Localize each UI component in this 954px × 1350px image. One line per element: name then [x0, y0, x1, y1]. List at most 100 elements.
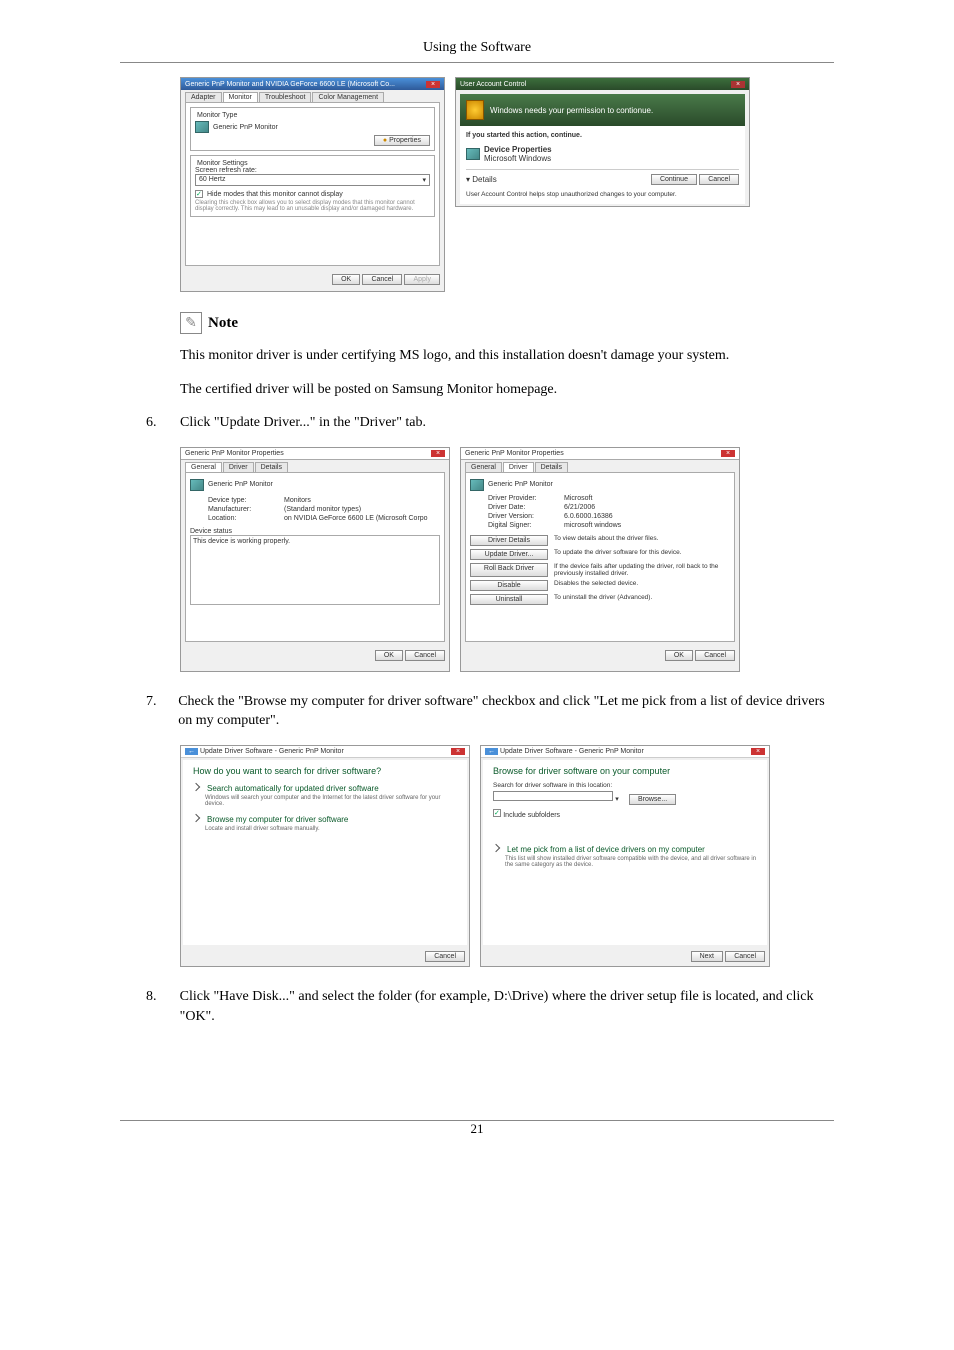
monitor-icon: [470, 479, 484, 491]
device-name: Generic PnP Monitor: [488, 481, 553, 488]
close-icon[interactable]: ×: [731, 81, 745, 88]
monitor-icon: [190, 479, 204, 491]
ok-button[interactable]: OK: [332, 274, 360, 285]
note-body: This monitor driver is under certifying …: [180, 346, 834, 366]
option-pick-list[interactable]: Let me pick from a list of device driver…: [483, 843, 767, 856]
update-driver-wizard-2: ← Update Driver Software - Generic PnP M…: [480, 745, 770, 967]
window-title: User Account Control: [460, 81, 526, 88]
close-icon[interactable]: ×: [431, 450, 445, 457]
cancel-button[interactable]: Cancel: [699, 174, 739, 185]
ok-button[interactable]: OK: [375, 650, 403, 661]
search-label: Search for driver software in this locat…: [483, 782, 767, 789]
driver-details-button[interactable]: Driver Details: [470, 535, 548, 546]
disable-button[interactable]: Disable: [470, 580, 548, 591]
arrow-icon: [492, 844, 500, 852]
uninstall-desc: To uninstall the driver (Advanced).: [554, 594, 730, 605]
properties-button[interactable]: ● Properties: [374, 135, 430, 146]
shield-icon: [466, 100, 484, 120]
arrow-icon: [192, 814, 200, 822]
tab-general[interactable]: General: [185, 462, 222, 472]
cancel-button[interactable]: Cancel: [725, 951, 765, 962]
window-title: Update Driver Software - Generic PnP Mon…: [500, 748, 644, 755]
monitor-settings-dialog: Generic PnP Monitor and NVIDIA GeForce 6…: [180, 77, 445, 292]
hide-modes-checkbox[interactable]: [195, 190, 203, 198]
ver-label: Driver Version:: [488, 513, 558, 520]
app-name: Device Properties: [484, 145, 552, 154]
hide-modes-label: Hide modes that this monitor cannot disp…: [207, 191, 343, 198]
continue-button[interactable]: Continue: [651, 174, 697, 185]
browse-button[interactable]: Browse...: [629, 794, 676, 805]
device-icon: [466, 148, 480, 160]
step-8: 8. Click "Have Disk..." and select the f…: [146, 987, 834, 1026]
include-label: Include subfolders: [503, 812, 560, 819]
window-title: Generic PnP Monitor and NVIDIA GeForce 6…: [185, 81, 395, 88]
tab-driver[interactable]: Driver: [503, 462, 534, 472]
details-link[interactable]: ▾ Details: [466, 175, 497, 184]
device-props-driver: Generic PnP Monitor Properties × General…: [460, 447, 740, 672]
close-icon[interactable]: ×: [751, 748, 765, 755]
tab-driver[interactable]: Driver: [223, 462, 254, 472]
tab-details[interactable]: Details: [535, 462, 568, 472]
page-number: 21: [120, 1121, 834, 1137]
option-search-auto-desc: Windows will search your computer and th…: [183, 795, 467, 813]
monitor-name: Generic PnP Monitor: [213, 124, 278, 131]
tab-monitor[interactable]: Monitor: [223, 92, 258, 102]
include-subfolders-checkbox[interactable]: [493, 809, 501, 817]
path-input[interactable]: [493, 791, 613, 801]
prov-label: Driver Provider:: [488, 495, 558, 502]
uac-banner-text: Windows needs your permission to contion…: [490, 106, 653, 115]
update-driver-wizard-1: ← Update Driver Software - Generic PnP M…: [180, 745, 470, 967]
update-driver-button[interactable]: Update Driver...: [470, 549, 548, 560]
uac-footer: User Account Control helps stop unauthor…: [466, 191, 739, 198]
dtype-label: Device type:: [208, 497, 278, 504]
status-box: This device is working properly.: [190, 535, 440, 605]
date-label: Driver Date:: [488, 504, 558, 511]
manu-value: (Standard monitor types): [284, 506, 440, 513]
device-name: Generic PnP Monitor: [208, 481, 273, 488]
refresh-label: Screen refresh rate:: [195, 167, 430, 174]
tab-color[interactable]: Color Management: [312, 92, 384, 102]
close-icon[interactable]: ×: [426, 81, 440, 88]
cancel-button[interactable]: Cancel: [695, 650, 735, 661]
close-icon[interactable]: ×: [721, 450, 735, 457]
tab-details[interactable]: Details: [255, 462, 288, 472]
title-bar: User Account Control ×: [456, 78, 749, 90]
note-label: Note: [208, 315, 238, 332]
window-title: Update Driver Software - Generic PnP Mon…: [200, 748, 344, 755]
next-button[interactable]: Next: [691, 951, 723, 962]
monitor-icon: [195, 121, 209, 133]
prov-value: Microsoft: [564, 495, 730, 502]
note-body-2: The certified driver will be posted on S…: [180, 380, 834, 400]
cancel-button[interactable]: Cancel: [405, 650, 445, 661]
cancel-button[interactable]: Cancel: [362, 274, 402, 285]
date-value: 6/21/2006: [564, 504, 730, 511]
tab-adapter[interactable]: Adapter: [185, 92, 222, 102]
fieldset-label: Monitor Settings: [195, 160, 250, 167]
ok-button[interactable]: OK: [665, 650, 693, 661]
tab-general[interactable]: General: [465, 462, 502, 472]
rollback-button[interactable]: Roll Back Driver: [470, 563, 548, 577]
close-icon[interactable]: ×: [451, 748, 465, 755]
driver-details-desc: To view details about the driver files.: [554, 535, 730, 546]
wizard-heading: How do you want to search for driver sof…: [183, 760, 467, 782]
step-7: 7. Check the "Browse my computer for dri…: [146, 692, 834, 731]
apply-button[interactable]: Apply: [404, 274, 440, 285]
wizard-heading: Browse for driver software on your compu…: [483, 760, 767, 782]
cancel-button[interactable]: Cancel: [425, 951, 465, 962]
tab-troubleshoot[interactable]: Troubleshoot: [259, 92, 312, 102]
rollback-desc: If the device fails after updating the d…: [554, 563, 730, 577]
sig-value: microsoft windows: [564, 522, 730, 529]
option-pick-list-desc: This list will show installed driver sof…: [483, 856, 767, 874]
loc-value: on NVIDIA GeForce 6600 LE (Microsoft Cor…: [284, 515, 440, 522]
title-bar: Generic PnP Monitor and NVIDIA GeForce 6…: [181, 78, 444, 90]
status-label: Device status: [190, 528, 440, 535]
hide-modes-desc: Clearing this check box allows you to se…: [195, 200, 430, 212]
uninstall-button[interactable]: Uninstall: [470, 594, 548, 605]
option-search-auto[interactable]: Search automatically for updated driver …: [183, 782, 467, 795]
option-browse[interactable]: Browse my computer for driver software: [183, 813, 467, 826]
fieldset-label: Monitor Type: [195, 112, 239, 119]
manu-label: Manufacturer:: [208, 506, 278, 513]
page-header: Using the Software: [120, 40, 834, 62]
loc-label: Location:: [208, 515, 278, 522]
refresh-select[interactable]: 60 Hertz▾: [195, 174, 430, 186]
